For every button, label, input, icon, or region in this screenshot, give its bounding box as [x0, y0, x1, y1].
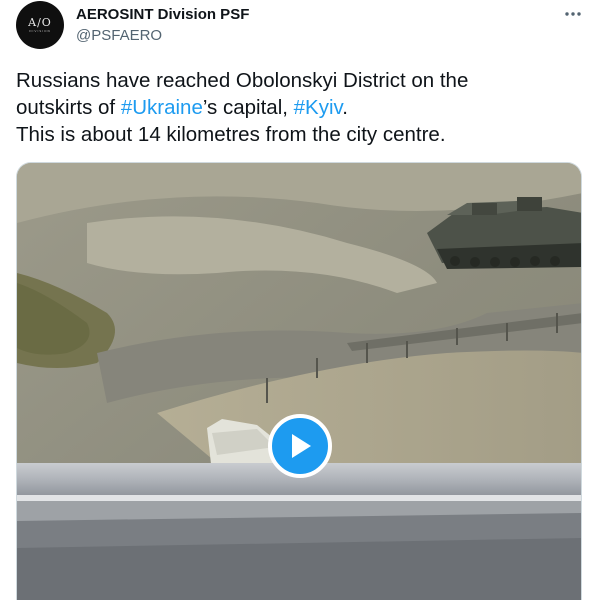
tweet-text-segment: ’s capital, [202, 96, 294, 119]
hashtag-kyiv-link[interactable]: #Kyiv [294, 96, 343, 119]
hashtag-ukraine-link[interactable]: #Ukraine [121, 96, 203, 119]
play-icon [292, 434, 311, 458]
avatar-subtext: DIVISION [29, 28, 51, 33]
video-media[interactable] [16, 162, 582, 600]
tweet-text-segment: outskirts of [16, 96, 121, 119]
more-horizontal-icon [565, 12, 581, 16]
avatar[interactable]: A/O DIVISION [16, 1, 64, 49]
more-options-button[interactable] [558, 2, 588, 26]
tweet-text-segment: . [342, 96, 348, 119]
tweet: A/O DIVISION AEROSINT Division PSF @PSFA… [0, 0, 598, 600]
tweet-text-line-2: outskirts of #Ukraine’s capital, #Kyiv. [16, 94, 582, 121]
author-handle[interactable]: @PSFAERO [76, 27, 162, 44]
tweet-text-line-1: Russians have reached Obolonskyi Distric… [16, 69, 469, 92]
tweet-text-line-3: This is about 14 kilometres from the cit… [16, 123, 446, 146]
avatar-logo: A/O [28, 15, 52, 29]
author-display-name[interactable]: AEROSINT Division PSF [76, 6, 249, 23]
video-frame [17, 163, 581, 600]
tweet-text: Russians have reached Obolonskyi Distric… [16, 67, 582, 148]
play-button[interactable] [268, 414, 332, 478]
